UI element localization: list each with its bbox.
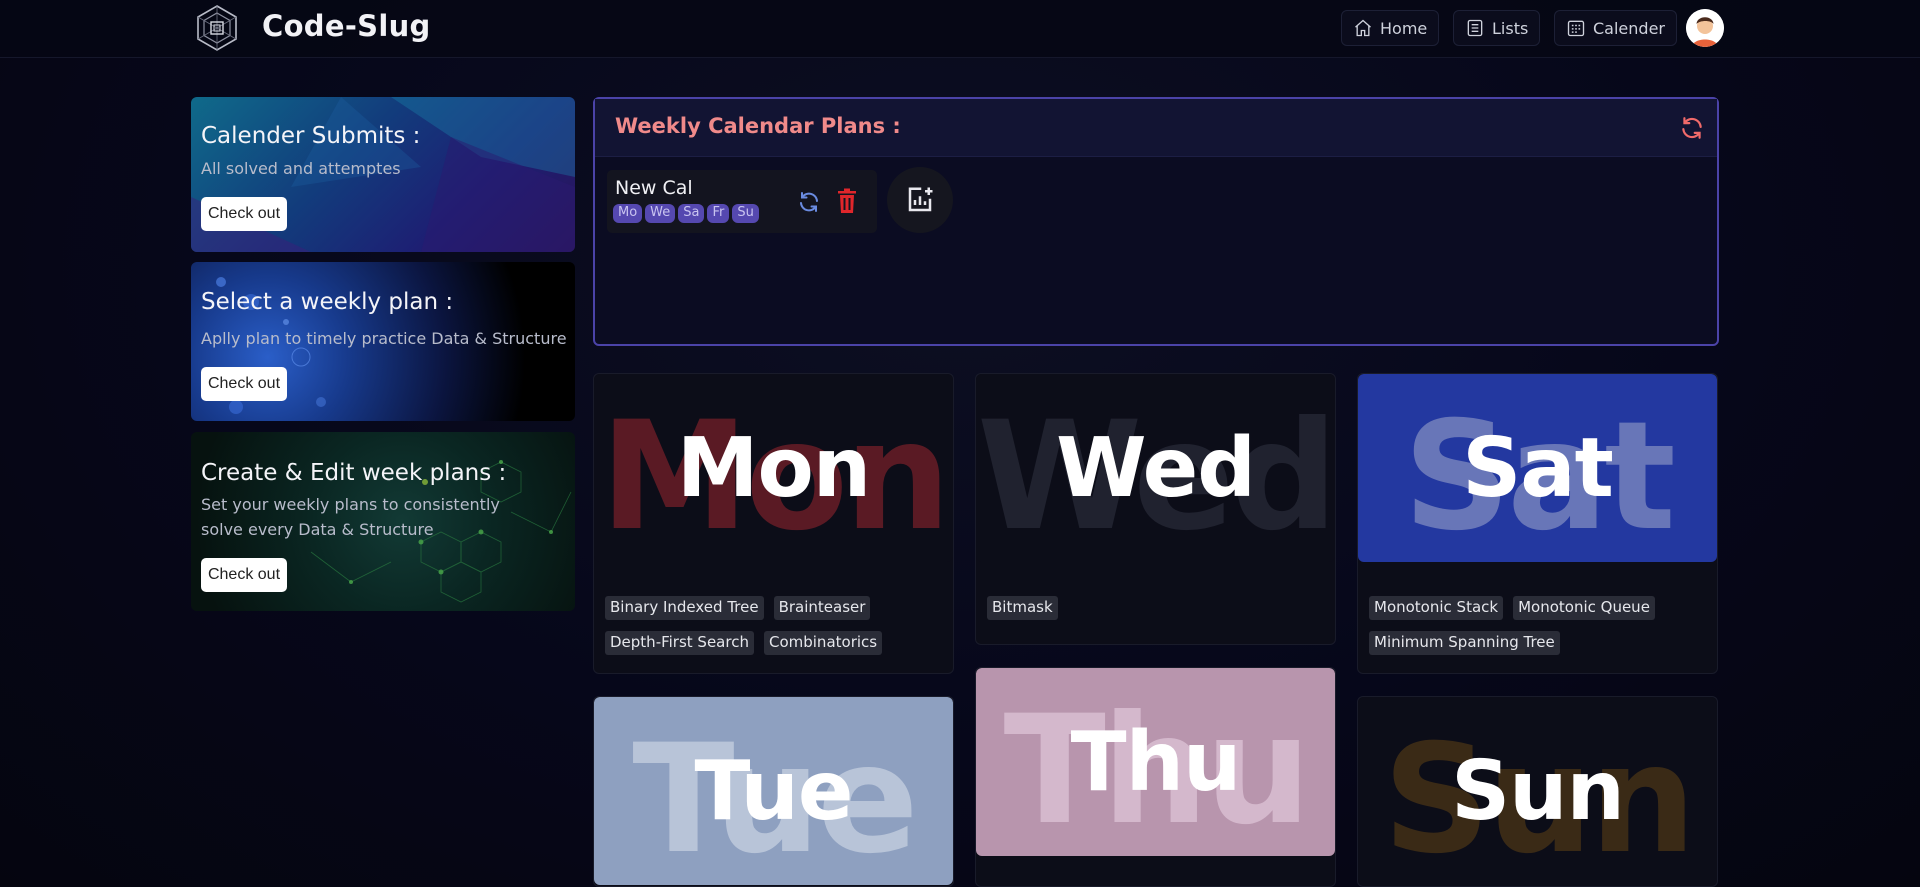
plan-day-tags: Mo We Sa Fr Su — [613, 204, 759, 223]
day-title: Tue — [694, 744, 854, 839]
day-tag: We — [645, 204, 676, 223]
day-tag: Fr — [707, 204, 730, 223]
weekly-plan-card: Select a weekly plan : Aplly plan to tim… — [191, 262, 575, 421]
topic-list: Monotonic Stack Monotonic Queue Minimum … — [1369, 596, 1709, 655]
topic-tag[interactable]: Binary Indexed Tree — [605, 596, 764, 620]
plan-item[interactable]: New Cal Mo We Sa Fr Su — [607, 170, 877, 233]
list-icon — [1467, 19, 1483, 37]
day-card-mon[interactable]: Mon Mon Binary Indexed Tree Brainteaser … — [593, 373, 954, 674]
plans-title: Weekly Calendar Plans : — [615, 114, 901, 138]
day-hero: Sat Sat — [1358, 374, 1717, 562]
calendar-submits-card: Calender Submits : All solved and attemp… — [191, 97, 575, 252]
check-out-button[interactable]: Check out — [201, 558, 287, 592]
delete-icon[interactable] — [835, 188, 859, 214]
check-out-button[interactable]: Check out — [201, 197, 287, 231]
topic-tag[interactable]: Depth-First Search — [605, 631, 754, 655]
brand-name[interactable]: Code-Slug — [262, 9, 431, 43]
day-tag: Su — [732, 204, 759, 223]
avatar-icon — [1686, 9, 1724, 47]
add-plan-button[interactable] — [887, 167, 953, 233]
nav-calendar-button[interactable]: Calender — [1554, 10, 1677, 46]
day-card-wed[interactable]: Wed Wed Bitmask — [975, 373, 1336, 645]
card-title: Calender Submits : — [201, 123, 421, 149]
day-title: Mon — [676, 421, 871, 516]
day-card-sun[interactable]: Sun Sun — [1357, 696, 1718, 887]
card-title: Create & Edit week plans : — [201, 460, 507, 486]
user-avatar[interactable] — [1686, 9, 1724, 47]
day-title: Sat — [1462, 421, 1614, 516]
card-text: All solved and attemptes — [201, 159, 401, 178]
topic-tag[interactable]: Bitmask — [987, 596, 1058, 620]
day-hero: Thu Thu — [976, 668, 1335, 856]
top-navbar: Code-Slug Home Lists Calender — [0, 0, 1920, 58]
topic-tag[interactable]: Monotonic Queue — [1513, 596, 1655, 620]
nav-home-button[interactable]: Home — [1341, 10, 1440, 46]
topic-tag[interactable]: Minimum Spanning Tree — [1369, 631, 1560, 655]
topic-list: Binary Indexed Tree Brainteaser Depth-Fi… — [605, 596, 945, 655]
nav-lists-button[interactable]: Lists — [1453, 10, 1541, 46]
day-card-tue[interactable]: Tue Tue — [593, 696, 954, 887]
topic-list: Bitmask — [987, 596, 1327, 620]
refresh-icon[interactable] — [1679, 115, 1705, 141]
sync-icon[interactable] — [797, 190, 821, 214]
day-card-thu[interactable]: Thu Thu — [975, 667, 1336, 887]
weekly-plans-panel: Weekly Calendar Plans : New Cal Mo We Sa… — [593, 97, 1719, 346]
plan-name: New Cal — [615, 177, 693, 199]
nav-calendar-label: Calender — [1593, 18, 1665, 38]
day-tag: Sa — [678, 204, 705, 223]
add-chart-icon — [908, 187, 933, 212]
day-hero: Mon Mon — [594, 374, 953, 562]
day-hero: Sun Sun — [1358, 697, 1717, 885]
card-title: Select a weekly plan : — [201, 289, 454, 315]
topic-tag[interactable]: Combinatorics — [763, 631, 883, 655]
card-text: Set your weekly plans to consistently so… — [201, 495, 500, 539]
day-hero: Tue Tue — [594, 697, 953, 885]
day-title: Wed — [1056, 421, 1256, 516]
day-card-sat[interactable]: Sat Sat Monotonic Stack Monotonic Queue … — [1357, 373, 1718, 674]
nav-lists-label: Lists — [1492, 18, 1529, 38]
check-out-button[interactable]: Check out — [201, 367, 287, 401]
nav-home-label: Home — [1380, 18, 1428, 38]
card-text: Aplly plan to timely practice Data & Str… — [201, 329, 567, 348]
home-icon — [1355, 19, 1371, 37]
day-title: Sun — [1451, 744, 1625, 839]
topic-tag[interactable]: Monotonic Stack — [1369, 596, 1504, 620]
topic-tag[interactable]: Brainteaser — [773, 596, 871, 620]
plans-header: Weekly Calendar Plans : — [595, 99, 1717, 157]
create-edit-plans-card: Create & Edit week plans : Set your week… — [191, 432, 575, 611]
calendar-icon — [1567, 20, 1585, 37]
logo-icon[interactable] — [193, 4, 241, 52]
day-hero: Wed Wed — [976, 374, 1335, 562]
day-title: Thu — [1070, 715, 1242, 810]
day-tag: Mo — [613, 204, 643, 223]
